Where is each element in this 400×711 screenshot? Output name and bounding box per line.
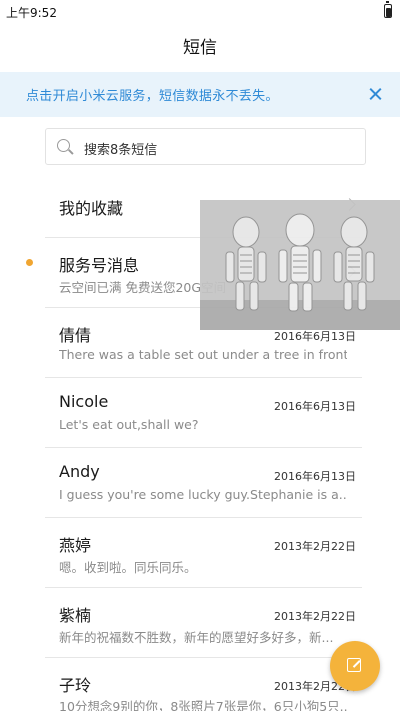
- search-input[interactable]: 搜索8条短信: [45, 128, 366, 165]
- skeletons-photo: [200, 200, 400, 330]
- message-date: 2013年2月22日: [274, 540, 356, 553]
- contact-name: Andy: [59, 462, 100, 481]
- compose-button[interactable]: [330, 641, 380, 691]
- message-preview: Let's eat out,shall we?: [59, 417, 199, 432]
- compose-icon: [347, 658, 361, 672]
- close-icon[interactable]: [364, 82, 388, 106]
- message-preview: There was a table set out under a tree i…: [59, 347, 347, 362]
- cloud-sync-banner[interactable]: 点击开启小米云服务，短信数据永不丢失。: [0, 72, 400, 117]
- contact-name: Nicole: [59, 392, 109, 411]
- conversation-row[interactable]: Andy 2016年6月13日 I guess you're some luck…: [0, 448, 400, 518]
- message-preview: 10分想念9别的你，8张照片7张是你，6只小狗5只...: [59, 699, 347, 711]
- conversation-row[interactable]: Nicole 2016年6月13日 Let's eat out,shall we…: [0, 378, 400, 448]
- service-title: 服务号消息: [59, 256, 140, 275]
- favorites-title: 我的收藏: [59, 199, 124, 218]
- message-date: 2013年2月22日: [274, 610, 356, 623]
- contact-name: 燕婷: [59, 536, 92, 555]
- contact-name: 子玲: [59, 676, 92, 695]
- contact-name: 紫楠: [59, 606, 92, 625]
- page-title: 短信: [183, 38, 217, 58]
- message-preview: 嗯。收到啦。同乐同乐。: [59, 560, 197, 575]
- message-date: 2016年6月13日: [274, 470, 356, 483]
- status-bar: 上午9:52: [0, 0, 400, 24]
- message-preview: I guess you're some lucky guy.Stephanie …: [59, 487, 347, 502]
- unread-dot-icon: [26, 259, 33, 266]
- banner-text[interactable]: 点击开启小米云服务，短信数据永不丢失。: [26, 85, 279, 104]
- search-placeholder: 搜索8条短信: [84, 143, 158, 158]
- message-date: 2016年6月13日: [274, 400, 356, 413]
- message-preview: 新年的祝福数不胜数，新年的愿望好多好多，新...: [59, 630, 334, 645]
- battery-charging-icon: [384, 1, 392, 18]
- conversation-row[interactable]: 燕婷 2013年2月22日 嗯。收到啦。同乐同乐。: [0, 518, 400, 588]
- contact-name: 倩倩: [59, 326, 92, 345]
- header: 短信: [0, 30, 400, 66]
- message-date: 2016年6月13日: [274, 330, 356, 343]
- status-time: 上午9:52: [6, 6, 57, 20]
- search-icon: [57, 139, 70, 152]
